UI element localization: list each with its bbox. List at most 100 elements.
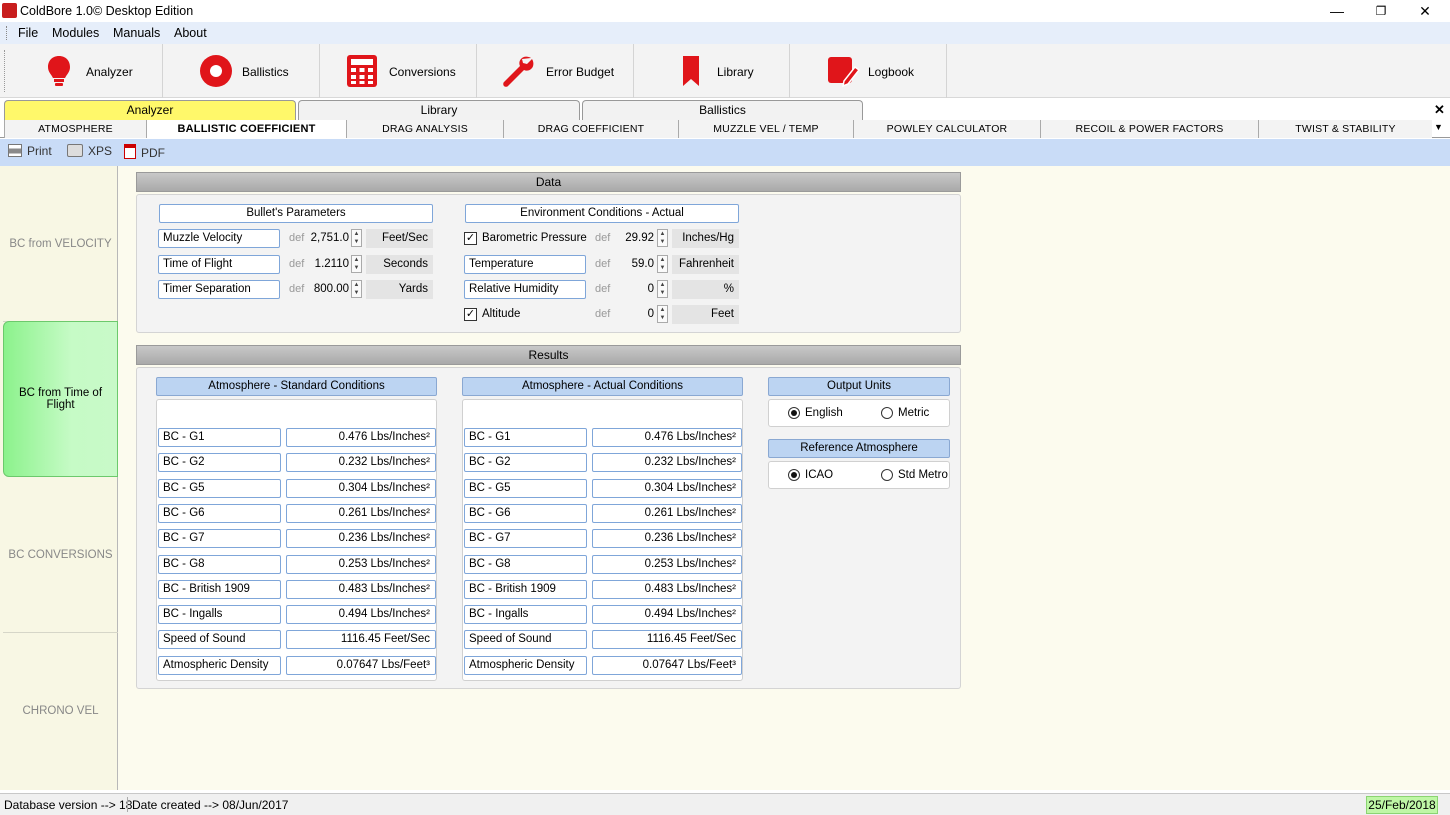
temperature-value[interactable]: 59.0 xyxy=(612,255,654,274)
std-result-value-1: 0.232 Lbs/Inches² xyxy=(286,453,436,473)
time-of-flight-unit[interactable]: Seconds xyxy=(366,255,433,274)
act-result-label-6: BC - British 1909 xyxy=(464,579,587,599)
std-result-label-3: BC - G6 xyxy=(158,503,281,523)
act-conditions-header: Atmosphere - Actual Conditions xyxy=(462,377,743,396)
app-icon xyxy=(2,3,17,18)
std-result-label-7: BC - Ingalls xyxy=(158,605,281,625)
tab-drag-coefficient[interactable]: DRAG COEFFICIENT xyxy=(503,120,678,138)
results-header: Results xyxy=(136,345,961,365)
sidebar-item-bc-from-velocity[interactable]: BC from VELOCITY xyxy=(3,166,118,322)
barometric-pressure-spinner[interactable]: ▲ ▼ xyxy=(657,229,668,247)
timer-separation-spinner[interactable]: ▲ ▼ xyxy=(351,280,362,298)
muzzle-velocity-def[interactable]: def xyxy=(289,229,304,248)
menu-modules[interactable]: Modules xyxy=(52,26,99,40)
timer-separation-unit[interactable]: Yards xyxy=(366,280,433,299)
act-result-value-0: 0.476 Lbs/Inches² xyxy=(592,428,742,447)
act-result-label-9: Atmospheric Density xyxy=(464,655,587,675)
date-created: Date created --> 08/Jun/2017 xyxy=(132,798,289,812)
xps-button[interactable]: XPS xyxy=(67,144,112,158)
temperature-def[interactable]: def xyxy=(595,255,610,274)
pdf-label: PDF xyxy=(141,146,165,160)
print-bar: Print XPS PDF xyxy=(0,139,1450,166)
time-of-flight-value[interactable]: 1.2110 xyxy=(306,255,349,274)
module-toolbar: Analyzer Ballistics Conversions Error Bu… xyxy=(0,44,1450,98)
tab-twist-stability[interactable]: TWIST & STABILITY xyxy=(1258,120,1432,138)
relative-humidity-value[interactable]: 0 xyxy=(612,280,654,299)
conversions-button[interactable]: Conversions xyxy=(320,44,477,98)
tab-library[interactable]: Library xyxy=(298,100,580,120)
altitude-unit[interactable]: Feet xyxy=(672,305,739,324)
notebook-pen-icon xyxy=(828,57,860,88)
logbook-button[interactable]: Logbook xyxy=(790,44,947,98)
english-radio[interactable] xyxy=(788,407,800,419)
db-version: Database version --> 18 xyxy=(4,798,133,812)
relative-humidity-spinner[interactable]: ▲ ▼ xyxy=(657,280,668,298)
std-result-value-3: 0.261 Lbs/Inches² xyxy=(286,503,436,523)
altitude-spinner[interactable]: ▲ ▼ xyxy=(657,305,668,323)
tab-ballistics[interactable]: Ballistics xyxy=(582,100,863,120)
tab-analyzer[interactable]: Analyzer xyxy=(4,100,296,120)
tab-ballistic-coefficient[interactable]: BALLISTIC COEFFICIENT xyxy=(146,120,346,138)
menu-file[interactable]: File xyxy=(18,26,38,40)
altitude-value[interactable]: 0 xyxy=(612,305,654,324)
barometric-pressure-def[interactable]: def xyxy=(595,229,610,248)
std-result-value-7: 0.494 Lbs/Inches² xyxy=(286,605,436,625)
maximize-button[interactable]: ❐ xyxy=(1366,2,1396,20)
menu-about[interactable]: About xyxy=(174,26,207,40)
std-metro-radio[interactable] xyxy=(881,469,893,481)
status-divider xyxy=(127,797,128,812)
std-result-value-5: 0.253 Lbs/Inches² xyxy=(286,554,436,574)
std-result-label-0: BC - G1 xyxy=(158,428,281,447)
temperature-spinner[interactable]: ▲ ▼ xyxy=(657,255,668,273)
sidebar-item-bc-from-time-of-flight[interactable]: BC from Time of Flight xyxy=(3,321,118,477)
tab-atmosphere[interactable]: ATMOSPHERE xyxy=(4,120,146,138)
relative-humidity-unit[interactable]: % xyxy=(672,280,739,299)
error-budget-button[interactable]: Error Budget xyxy=(477,44,634,98)
library-button[interactable]: Library xyxy=(634,44,790,98)
std-result-value-6: 0.483 Lbs/Inches² xyxy=(286,579,436,599)
act-result-value-1: 0.232 Lbs/Inches² xyxy=(592,453,742,473)
tab-drag-analysis[interactable]: DRAG ANALYSIS xyxy=(346,120,503,138)
sidebar-item-bc-conversions[interactable]: BC CONVERSIONS xyxy=(3,477,118,633)
wrench-icon xyxy=(503,56,534,87)
temperature-unit[interactable]: Fahrenheit xyxy=(672,255,739,274)
barometric-pressure-unit[interactable]: Inches/Hg xyxy=(672,229,739,248)
metric-label: Metric xyxy=(898,407,930,419)
current-date: 25/Feb/2018 xyxy=(1366,796,1438,814)
tab-powley-calculator[interactable]: POWLEY CALCULATOR xyxy=(853,120,1040,138)
relative-humidity-def[interactable]: def xyxy=(595,280,610,299)
tab-muzzle-vel-temp[interactable]: MUZZLE VEL / TEMP xyxy=(678,120,853,138)
altitude-checkbox[interactable]: ✓ xyxy=(464,308,477,321)
muzzle-velocity-unit[interactable]: Feet/Sec xyxy=(366,229,433,248)
env-conditions-header: Environment Conditions - Actual xyxy=(465,204,739,223)
ballistics-button[interactable]: Ballistics xyxy=(163,44,320,98)
time-of-flight-def[interactable]: def xyxy=(289,255,304,274)
content-area: Data Bullet's Parameters Muzzle Velocity… xyxy=(118,166,1450,790)
menu-manuals[interactable]: Manuals xyxy=(113,26,160,40)
pdf-button[interactable]: PDF xyxy=(124,144,165,160)
icao-radio[interactable] xyxy=(788,469,800,481)
sidebar-item-chrono-vel[interactable]: CHRONO VEL xyxy=(3,633,118,789)
printer-icon xyxy=(8,144,22,157)
tab-recoil-power-factors[interactable]: RECOIL & POWER FACTORS xyxy=(1040,120,1258,138)
analyzer-button[interactable]: Analyzer xyxy=(8,44,163,98)
bookmark-icon xyxy=(683,56,699,86)
act-result-value-4: 0.236 Lbs/Inches² xyxy=(592,529,742,549)
muzzle-velocity-value[interactable]: 2,751.0 xyxy=(306,229,349,248)
act-result-label-4: BC - G7 xyxy=(464,529,587,549)
tabs-overflow-icon[interactable]: ▼ xyxy=(1434,122,1443,132)
barometric-pressure-value[interactable]: 29.92 xyxy=(612,229,654,248)
print-button[interactable]: Print xyxy=(8,144,52,158)
metric-radio[interactable] xyxy=(881,407,893,419)
close-tab-icon[interactable]: ✕ xyxy=(1434,102,1445,118)
time-of-flight-spinner[interactable]: ▲ ▼ xyxy=(351,255,362,273)
muzzle-velocity-spinner[interactable]: ▲ ▼ xyxy=(351,229,362,247)
barometric-pressure-checkbox[interactable]: ✓ xyxy=(464,232,477,245)
timer-separation-def[interactable]: def xyxy=(289,280,304,299)
timer-separation-value[interactable]: 800.00 xyxy=(306,280,349,299)
minimize-button[interactable]: — xyxy=(1322,2,1352,20)
std-result-value-0: 0.476 Lbs/Inches² xyxy=(286,428,436,447)
altitude-def[interactable]: def xyxy=(595,305,610,324)
toolbar-grip xyxy=(4,50,6,92)
close-button[interactable]: ✕ xyxy=(1410,2,1440,20)
